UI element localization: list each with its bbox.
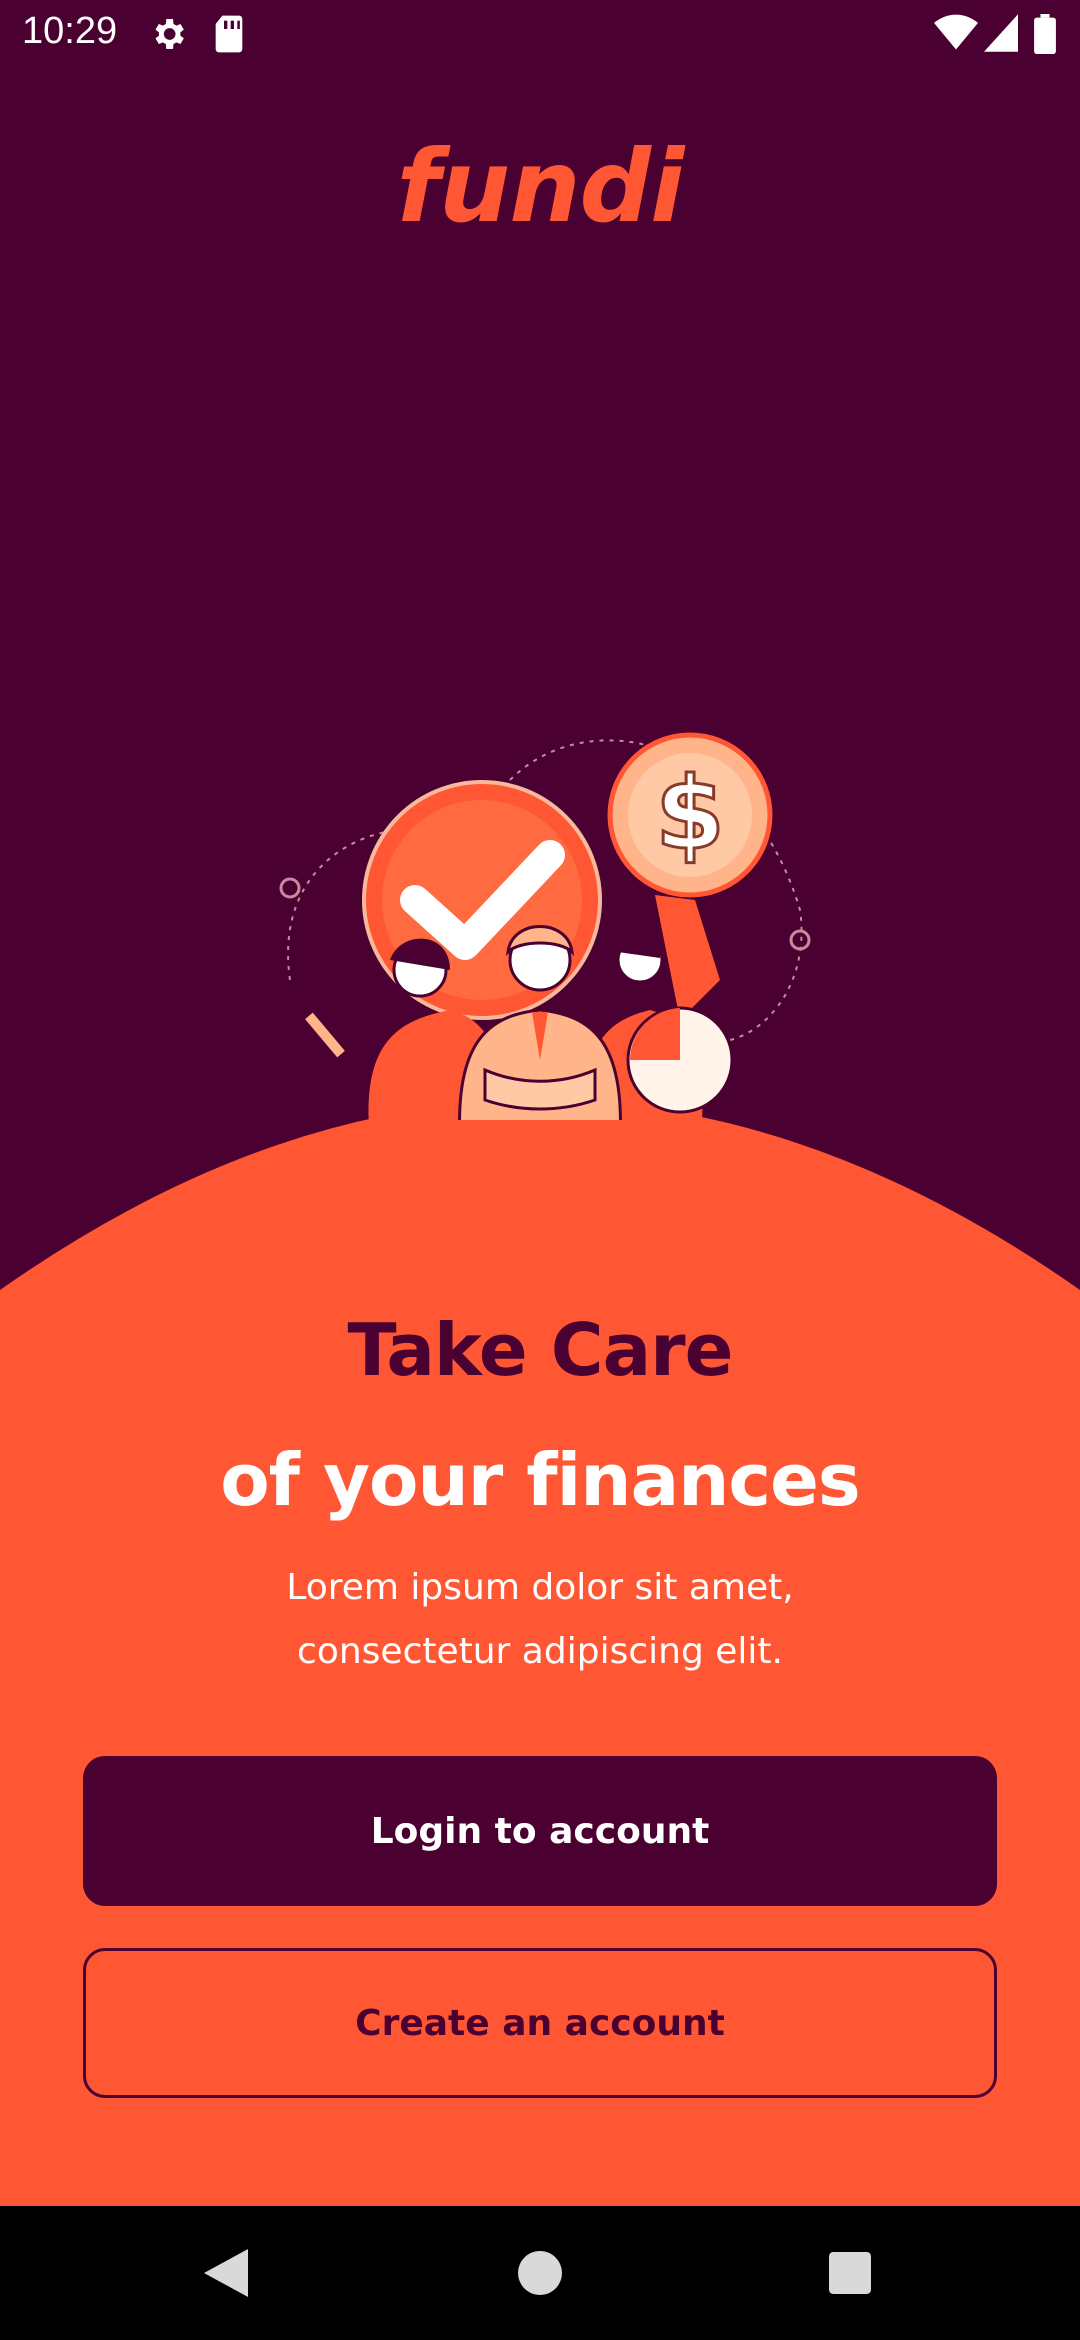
back-button[interactable] xyxy=(146,2206,306,2340)
home-button[interactable] xyxy=(460,2206,620,2340)
subtitle-line-1: Lorem ipsum dolor sit amet, xyxy=(286,1567,794,1608)
wifi-icon xyxy=(934,14,978,56)
back-icon xyxy=(204,2249,248,2297)
status-time: 10:29 xyxy=(22,10,118,52)
login-button-label: Login to account xyxy=(370,1810,710,1852)
pie-chart-icon xyxy=(626,1006,734,1114)
app-logo: fundi xyxy=(396,128,685,245)
cell-signal-icon xyxy=(984,14,1018,56)
create-account-button[interactable]: Create an account xyxy=(83,1948,997,2098)
battery-icon xyxy=(1034,14,1056,58)
subtitle-line-2: consectetur adipiscing elit. xyxy=(297,1631,783,1672)
login-button[interactable]: Login to account xyxy=(83,1756,997,1906)
finance-team-illustration: $ xyxy=(279,732,811,1120)
subtitle: Lorem ipsum dolor sit amet, consectetur … xyxy=(140,1556,940,1684)
headline-finances: of your finances xyxy=(220,1438,861,1522)
svg-text:$: $ xyxy=(655,755,725,872)
sd-card-icon xyxy=(212,14,246,58)
home-icon xyxy=(518,2251,562,2295)
recents-icon xyxy=(829,2252,871,2294)
status-bar: 10:29 xyxy=(0,0,1080,66)
headline-take-care: Take Care xyxy=(347,1308,733,1392)
settings-icon xyxy=(148,14,188,58)
create-account-button-label: Create an account xyxy=(355,2002,725,2044)
system-navigation-bar xyxy=(0,2206,1080,2340)
recents-button[interactable] xyxy=(770,2206,930,2340)
dollar-coin-icon: $ xyxy=(607,732,773,898)
